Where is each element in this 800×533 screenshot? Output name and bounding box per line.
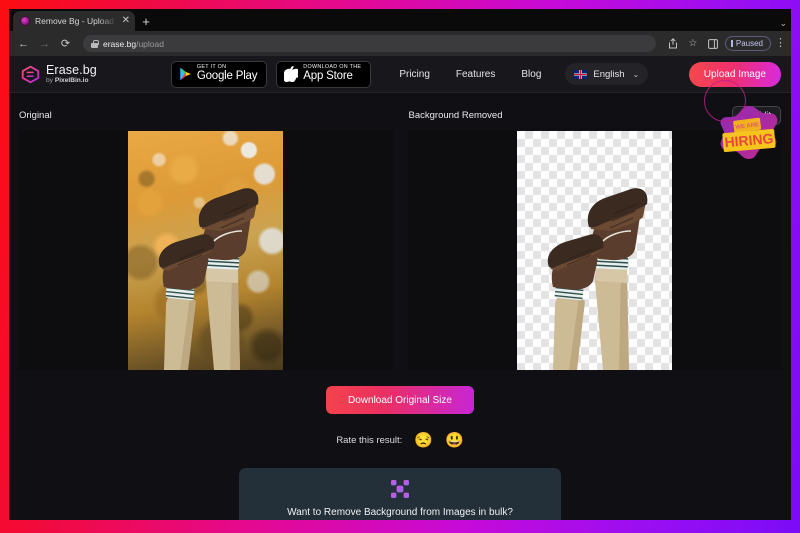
share-icon[interactable]: [665, 36, 681, 52]
erasebg-logo-icon: [21, 65, 40, 84]
bulk-promo-card[interactable]: Want to Remove Background from Images in…: [239, 468, 561, 520]
new-tab-button[interactable]: +: [135, 11, 157, 31]
screenshot-frame: Remove Bg - Upload Images to ✕ + ⌄ ← → ⟳…: [0, 0, 800, 533]
bulk-promo-text: Want to Remove Background from Images in…: [287, 507, 513, 518]
app-store-big-text: App Store: [303, 70, 353, 83]
bookmark-star-icon[interactable]: ☆: [685, 36, 701, 52]
browser-toolbar: ← → ⟳ erase.bg/upload ☆ Paused ⋮: [9, 31, 791, 56]
google-play-big-text: Google Play: [196, 70, 258, 83]
google-play-badge[interactable]: GET IT ON Google Play: [170, 60, 268, 88]
site-header: Erase.bg by PixelBin.io GET IT ON Google…: [9, 56, 791, 93]
tab-strip: Remove Bg - Upload Images to ✕ + ⌄: [9, 9, 791, 31]
happy-emoji[interactable]: 😃: [445, 433, 464, 448]
original-panel: Original: [18, 104, 393, 370]
browser-window: Remove Bg - Upload Images to ✕ + ⌄ ← → ⟳…: [9, 9, 791, 520]
decorative-circle: [704, 80, 746, 122]
chevron-down-icon: ⌄: [632, 69, 640, 79]
brand-subtitle: by PixelBin.io: [46, 76, 89, 84]
result-photo: [517, 131, 673, 370]
google-play-icon: [179, 67, 192, 81]
we-are-hiring-badge[interactable]: WE ARE HIRING: [704, 80, 783, 166]
profile-status-label: Paused: [735, 39, 763, 48]
google-play-badge-text: GET IT ON Google Play: [196, 64, 258, 83]
brand-logo[interactable]: Erase.bg by PixelBin.io: [21, 64, 97, 85]
brand-name: Erase.bg: [46, 62, 97, 77]
language-label: English: [593, 68, 625, 80]
original-photo: [127, 131, 283, 370]
download-row: Download Original Size: [9, 386, 791, 414]
original-title: Original: [19, 109, 52, 121]
result-title: Background Removed: [408, 109, 503, 121]
brand-text: Erase.bg by PixelBin.io: [46, 64, 97, 85]
sad-emoji[interactable]: 😒: [414, 433, 433, 448]
back-button[interactable]: ←: [15, 35, 32, 52]
original-panel-header: Original: [18, 104, 393, 126]
legs-boots-cutout: [548, 188, 648, 370]
lock-icon: [91, 39, 99, 48]
language-selector[interactable]: English ⌄: [565, 63, 649, 85]
nav-link-features[interactable]: Features: [456, 69, 495, 80]
tab-favicon-icon: [20, 16, 30, 26]
rating-label: Rate this result:: [336, 435, 403, 446]
url-domain: erase.bg: [103, 38, 137, 49]
uk-flag-icon: [574, 69, 588, 79]
main-content: Original Background Removed Download Ori…: [9, 93, 791, 520]
comparison-row: Original Background Removed: [9, 104, 791, 370]
profile-status-badge[interactable]: Paused: [724, 36, 771, 51]
pixelbin-x-icon: [239, 479, 561, 499]
forward-button[interactable]: →: [36, 35, 53, 52]
url-path: /upload: [136, 38, 164, 49]
tab-title: Remove Bg - Upload Images to: [35, 16, 117, 26]
apple-icon: [284, 66, 299, 82]
pause-icon: [730, 40, 733, 47]
tab-list-chevron-down-icon[interactable]: ⌄: [779, 18, 787, 29]
primary-nav: Pricing Features Blog: [399, 69, 541, 80]
page-viewport: Erase.bg by PixelBin.io GET IT ON Google…: [9, 56, 791, 520]
original-image-stage: [18, 131, 393, 370]
app-store-badge-text: Download on the App Store: [303, 64, 361, 83]
store-badges: GET IT ON Google Play Download on: [170, 60, 372, 88]
app-store-badge[interactable]: Download on the App Store: [276, 60, 372, 88]
download-original-size-button[interactable]: Download Original Size: [326, 386, 474, 414]
rating-row: Rate this result: 😒 😃: [9, 433, 791, 448]
browser-menu-icon[interactable]: ⋮: [775, 38, 786, 49]
legs-boots-subject: [158, 188, 259, 370]
browser-tab[interactable]: Remove Bg - Upload Images to ✕: [13, 11, 135, 31]
result-image-stage: [407, 131, 782, 370]
url-text: erase.bg/upload: [103, 39, 164, 49]
nav-link-blog[interactable]: Blog: [521, 69, 541, 80]
reload-button[interactable]: ⟳: [57, 35, 74, 52]
address-bar[interactable]: erase.bg/upload: [83, 35, 656, 52]
nav-link-pricing[interactable]: Pricing: [399, 69, 430, 80]
tab-close-icon[interactable]: ✕: [122, 16, 130, 26]
side-panel-icon[interactable]: [705, 36, 721, 52]
